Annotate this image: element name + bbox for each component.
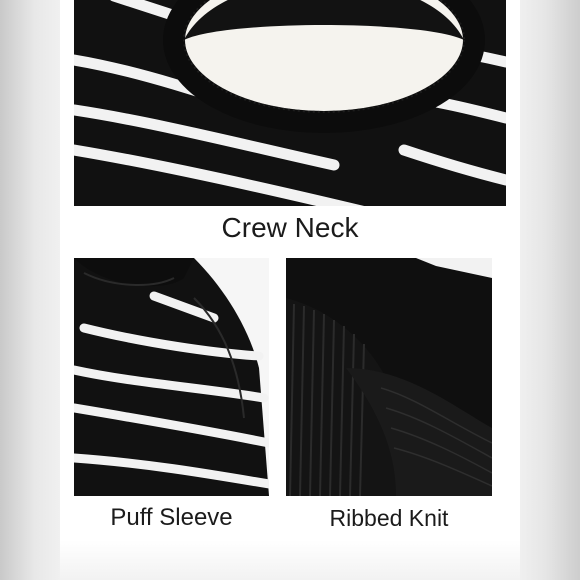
ribbed-knit-illustration xyxy=(286,258,492,496)
puff-sleeve-photo xyxy=(74,258,269,496)
crew-neck-caption: Crew Neck xyxy=(74,206,506,250)
puff-sleeve-illustration xyxy=(74,258,269,496)
crew-neck-illustration xyxy=(74,0,506,206)
ribbed-knit-photo xyxy=(286,258,492,496)
crew-neck-photo xyxy=(74,0,506,206)
puff-sleeve-caption: Puff Sleeve xyxy=(74,496,269,540)
product-detail-card: Crew Neck Puff Sleeve Ribbed Knit xyxy=(60,0,520,580)
bottom-shadow-band xyxy=(60,540,520,580)
ribbed-knit-caption: Ribbed Knit xyxy=(286,496,492,540)
